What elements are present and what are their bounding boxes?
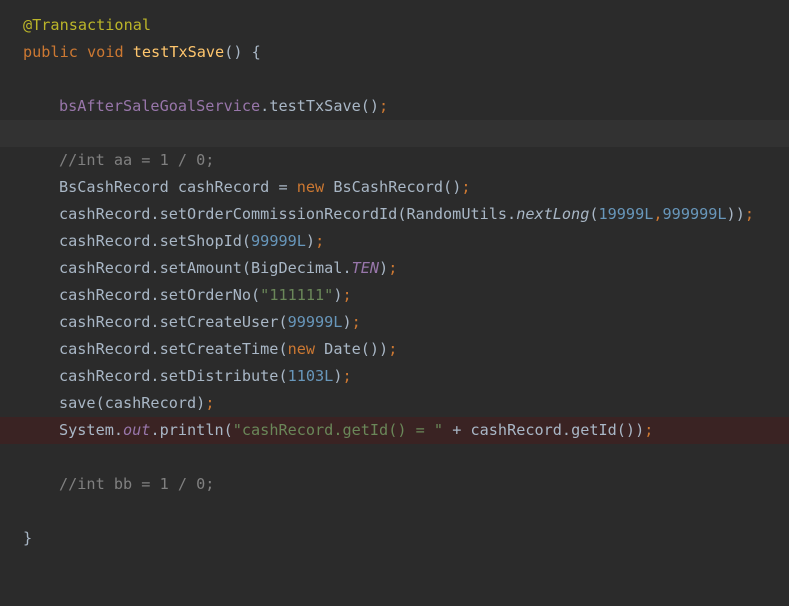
code-line-7[interactable]: BsCashRecord cashRecord = new BsCashReco…: [0, 174, 789, 201]
code-line-17[interactable]: [0, 444, 789, 471]
code-text: cashRecord.setDistribute(: [59, 366, 288, 385]
code-line-12[interactable]: cashRecord.setCreateUser(99999L);: [0, 309, 789, 336]
static-field: TEN: [351, 258, 380, 277]
code-text: System.: [59, 420, 124, 439]
semicolon: ;: [744, 204, 754, 223]
method-name: testTxSave: [132, 42, 225, 61]
code-text: ): [342, 312, 352, 331]
code-text: save(cashRecord): [59, 393, 206, 412]
keyword-new: new: [287, 339, 316, 358]
method-signature-rest: () {: [224, 42, 261, 61]
comment: //int aa = 1 / 0;: [59, 150, 215, 169]
code-text: Date()): [315, 339, 389, 358]
semicolon: ;: [461, 177, 471, 196]
semicolon: ;: [388, 339, 398, 358]
code-text: + cashRecord.getId()): [443, 420, 645, 439]
code-line-18[interactable]: //int bb = 1 / 0;: [0, 471, 789, 498]
code-text: cashRecord.setOrderNo(: [59, 285, 261, 304]
keyword-void: void: [87, 42, 124, 61]
semicolon: ;: [342, 366, 352, 385]
semicolon: ;: [351, 312, 361, 331]
code-line-13[interactable]: cashRecord.setCreateTime(new Date());: [0, 336, 789, 363]
code-text: cashRecord.setShopId(: [59, 231, 252, 250]
code-text: )): [726, 204, 745, 223]
code-text: BsCashRecord cashRecord =: [59, 177, 297, 196]
code-line-6[interactable]: //int aa = 1 / 0;: [0, 147, 789, 174]
code-text: cashRecord.setCreateTime(: [59, 339, 288, 358]
code-line-19[interactable]: [0, 498, 789, 525]
code-text: (: [589, 204, 599, 223]
code-text: BsCashRecord(): [324, 177, 462, 196]
code-text: cashRecord.setAmount(BigDecimal.: [59, 258, 352, 277]
code-text: cashRecord.setOrderCommissionRecordId(Ra…: [59, 204, 517, 223]
static-method-call: nextLong: [516, 204, 590, 223]
code-line-15[interactable]: save(cashRecord);: [0, 390, 789, 417]
number-literal: 99999L: [287, 312, 343, 331]
static-field: out: [123, 420, 151, 439]
comment: //int bb = 1 / 0;: [59, 474, 215, 493]
service-call: .testTxSave(): [260, 96, 380, 115]
string-literal: "111111": [260, 285, 334, 304]
annotation: @Transactional: [23, 15, 152, 34]
code-line-1[interactable]: @Transactional: [0, 12, 789, 39]
code-line-2[interactable]: public void testTxSave() {: [0, 39, 789, 66]
number-literal: 99999L: [251, 231, 306, 250]
code-text: ): [379, 258, 389, 277]
code-editor[interactable]: @Transactional public void testTxSave() …: [0, 0, 789, 556]
code-line-16-breakpoint[interactable]: System.out.println("cashRecord.getId() =…: [0, 416, 789, 444]
code-text: ): [305, 231, 316, 250]
code-line-9[interactable]: cashRecord.setShopId(99999L);: [0, 228, 789, 255]
code-line-20[interactable]: }: [0, 525, 789, 552]
semicolon: ;: [644, 420, 654, 439]
code-line-5-current[interactable]: [0, 119, 789, 147]
semicolon: ;: [205, 393, 215, 412]
comma: ,: [653, 204, 663, 223]
code-line-3[interactable]: [0, 66, 789, 93]
code-line-11[interactable]: cashRecord.setOrderNo("111111");: [0, 282, 789, 309]
number-literal: 1103L: [287, 366, 334, 385]
code-text: cashRecord.setCreateUser(: [59, 312, 288, 331]
code-line-4[interactable]: bsAfterSaleGoalService.testTxSave();: [0, 93, 789, 120]
semicolon: ;: [342, 285, 352, 304]
code-line-8[interactable]: cashRecord.setOrderCommissionRecordId(Ra…: [0, 201, 789, 228]
number-literal: 19999L: [598, 204, 654, 223]
semicolon: ;: [315, 231, 325, 250]
semicolon: ;: [379, 96, 389, 115]
string-literal: "cashRecord.getId() = ": [232, 420, 444, 439]
closing-brace: }: [23, 528, 33, 547]
code-line-14[interactable]: cashRecord.setDistribute(1103L);: [0, 363, 789, 390]
service-field: bsAfterSaleGoalService: [59, 96, 261, 115]
keyword-public: public: [23, 42, 78, 61]
keyword-new: new: [296, 177, 325, 196]
number-literal: 999999L: [662, 204, 727, 223]
code-text: .println(: [150, 420, 233, 439]
semicolon: ;: [388, 258, 398, 277]
code-line-10[interactable]: cashRecord.setAmount(BigDecimal.TEN);: [0, 255, 789, 282]
